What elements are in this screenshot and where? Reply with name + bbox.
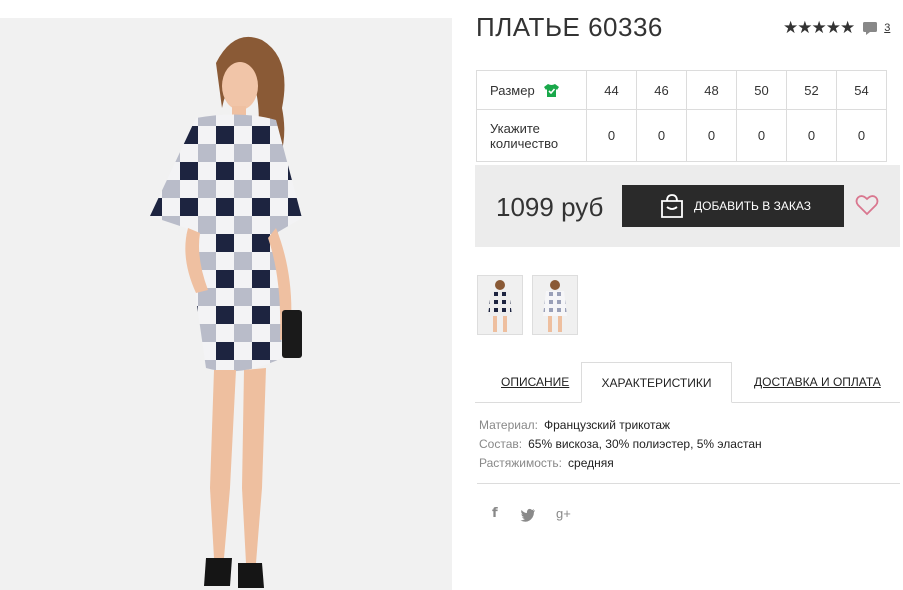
googleplus-icon[interactable]: g+ <box>556 506 571 521</box>
tab-characteristics[interactable]: ХАРАКТЕРИСТИКИ <box>581 362 732 403</box>
rating-stars[interactable]: ★★★★★ <box>783 18 855 38</box>
comment-icon[interactable] <box>862 21 878 36</box>
size-option[interactable]: 54 <box>836 70 887 110</box>
divider <box>477 483 900 484</box>
quantity-input[interactable]: 0 <box>736 109 787 162</box>
shopping-bag-icon <box>661 194 683 218</box>
purchase-panel: 1099 руб ДОБАВИТЬ В ЗАКАЗ <box>475 165 900 247</box>
wishlist-heart-icon[interactable] <box>855 194 879 216</box>
quantity-label-line2: количество <box>490 135 559 151</box>
spec-value: 65% вискоза, 30% полиэстер, 5% эластан <box>528 437 762 451</box>
quantity-input[interactable]: 0 <box>586 109 637 162</box>
size-option[interactable]: 44 <box>586 70 637 110</box>
quantity-input[interactable]: 0 <box>836 109 887 162</box>
tab-description[interactable]: ОПИСАНИЕ <box>501 362 569 402</box>
size-option[interactable]: 52 <box>786 70 837 110</box>
quantity-label-line1: Укажите <box>490 120 540 136</box>
spec-value: Французский трикотаж <box>543 418 671 432</box>
size-quantity-table: Размер 44 46 48 50 52 54 Укажите количес… <box>476 70 887 162</box>
characteristics-list: Материал: Французский трикотаж Состав: 65%… <box>479 416 762 473</box>
spec-key: Состав: <box>479 437 523 451</box>
product-title: ПЛАТЬЕ 60336 <box>476 12 663 42</box>
quantity-input[interactable]: 0 <box>636 109 687 162</box>
product-thumbnail[interactable] <box>532 275 578 335</box>
add-to-order-button[interactable]: ДОБАВИТЬ В ЗАКАЗ <box>622 185 844 227</box>
size-option[interactable]: 50 <box>736 70 787 110</box>
spec-row-stretch: Растяжимость: средняя <box>479 454 762 473</box>
size-chart-tshirt-icon[interactable] <box>543 83 560 98</box>
size-option[interactable]: 46 <box>636 70 687 110</box>
rating: ★★★★★ 3 <box>783 18 890 38</box>
facebook-icon[interactable]: f <box>492 506 498 521</box>
spec-value: средняя <box>568 456 614 470</box>
quantity-input[interactable]: 0 <box>686 109 737 162</box>
price: 1099 руб <box>496 192 604 222</box>
comments-count-link[interactable]: 3 <box>884 22 890 34</box>
spec-key: Материал: <box>479 418 538 432</box>
size-option[interactable]: 48 <box>686 70 737 110</box>
size-label: Размер <box>490 82 535 98</box>
add-to-order-label: ДОБАВИТЬ В ЗАКАЗ <box>694 199 811 213</box>
product-main-photo <box>0 18 452 590</box>
product-thumbnail[interactable] <box>477 275 523 335</box>
quantity-label-cell: Укажите количество <box>476 109 587 162</box>
spec-key: Растяжимость: <box>479 456 563 470</box>
twitter-icon[interactable] <box>520 508 536 522</box>
quantity-input[interactable]: 0 <box>786 109 837 162</box>
spec-row-composition: Состав: 65% вискоза, 30% полиэстер, 5% эл… <box>479 435 762 454</box>
product-info-tabs: ОПИСАНИЕ ХАРАКТЕРИСТИКИ ДОСТАВКА И ОПЛАТ… <box>475 362 900 403</box>
size-label-cell: Размер <box>476 70 587 110</box>
spec-row-material: Материал: Французский трикотаж <box>479 416 762 435</box>
tab-delivery-payment[interactable]: ДОСТАВКА И ОПЛАТА <box>754 362 881 402</box>
